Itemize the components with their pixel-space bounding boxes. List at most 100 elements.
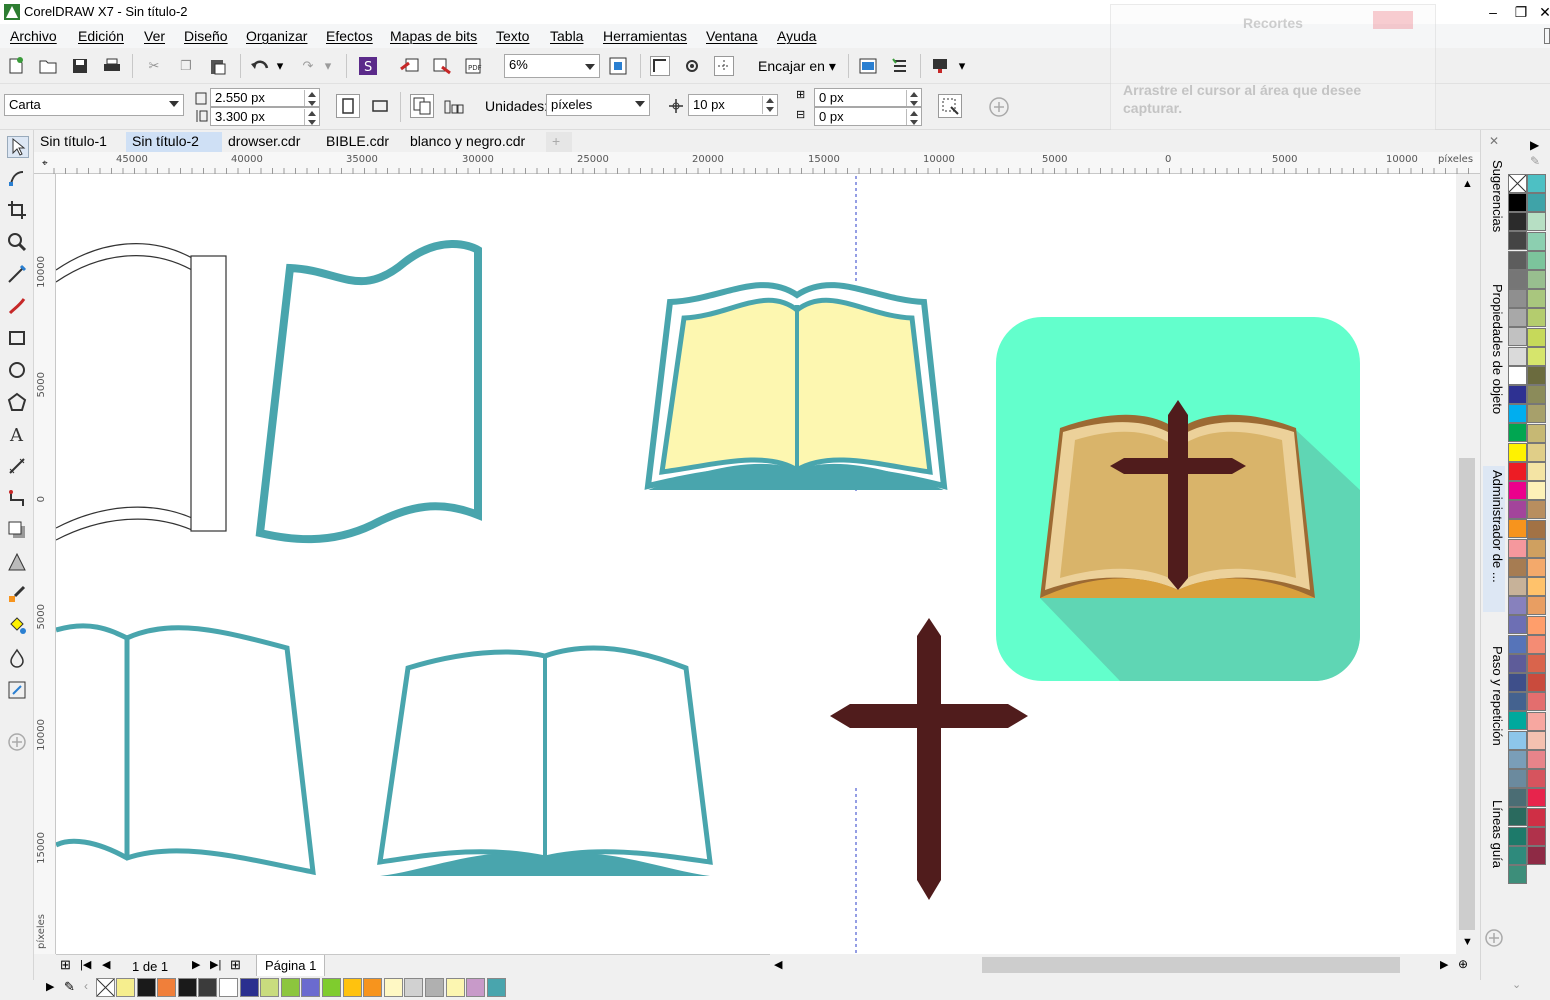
palette-swatch[interactable]	[1508, 346, 1527, 366]
zoom-tool-icon[interactable]	[7, 232, 29, 254]
palette-swatch[interactable]	[1527, 846, 1546, 865]
docker-sugerencias[interactable]: Sugerencias	[1483, 156, 1505, 274]
palette-swatch[interactable]	[1527, 788, 1546, 808]
pick-tool-icon[interactable]	[7, 136, 29, 158]
palette-swatch[interactable]	[1508, 749, 1527, 769]
doc-color-swatch[interactable]	[363, 978, 383, 997]
palette-swatch[interactable]	[1508, 577, 1527, 596]
menu-organizar[interactable]: Organizar	[246, 28, 307, 44]
palette-swatch[interactable]	[1508, 250, 1527, 270]
bible-app-icon[interactable]	[996, 317, 1360, 681]
minimize-icon[interactable]: –	[1478, 2, 1508, 22]
palette-swatch[interactable]	[1508, 519, 1527, 539]
palette-swatch[interactable]	[1508, 673, 1527, 692]
landscape-icon[interactable]	[368, 94, 392, 118]
units-select[interactable]: píxeles	[546, 94, 650, 116]
doc-color-swatch[interactable]	[260, 978, 280, 997]
doc-color-swatch[interactable]	[342, 978, 362, 997]
palette-swatch[interactable]	[1508, 769, 1527, 788]
duplicate-x-input[interactable]: 0 px	[814, 88, 922, 107]
palette-swatch[interactable]	[1527, 423, 1546, 443]
palette-swatch[interactable]	[1527, 404, 1546, 424]
outline-page-drawing[interactable]	[56, 243, 227, 541]
last-page-icon[interactable]: ▶|	[210, 958, 221, 971]
doc-color-swatch[interactable]	[136, 978, 156, 997]
dup-x-spinner-icon[interactable]	[906, 90, 920, 106]
doc-color-swatch[interactable]	[322, 978, 341, 997]
palette-swatch[interactable]	[1508, 289, 1527, 308]
nudge-spinner-icon[interactable]	[762, 96, 776, 114]
ellipse-tool-icon[interactable]	[7, 360, 29, 382]
palette-swatch[interactable]	[1508, 807, 1527, 827]
shape-tool-icon[interactable]	[7, 168, 29, 190]
palette-swatch[interactable]	[1527, 692, 1546, 712]
zoom-navigator-icon[interactable]: ⊕	[1458, 957, 1468, 971]
menu-tabla[interactable]: Tabla	[550, 28, 583, 44]
save-icon[interactable]	[70, 56, 90, 76]
interactive-fill-icon[interactable]	[7, 616, 29, 638]
welcome-screen-icon[interactable]	[930, 56, 950, 76]
current-page-icon[interactable]	[442, 94, 466, 118]
tab-sin-titulo-2[interactable]: Sin título-2	[126, 132, 222, 152]
palette-swatch[interactable]	[1508, 826, 1527, 846]
scroll-left-icon[interactable]: ◀	[774, 958, 782, 971]
palette-swatch[interactable]	[1508, 557, 1527, 577]
palette-swatch[interactable]	[1508, 308, 1527, 328]
close-icon[interactable]: ✕	[1530, 2, 1550, 22]
palette-swatch[interactable]	[1527, 730, 1546, 750]
add-tool-icon[interactable]	[7, 732, 29, 754]
publish-pdf-icon[interactable]: PDF	[464, 56, 484, 76]
text-tool-icon[interactable]: A	[7, 424, 29, 446]
menu-texto[interactable]: Texto	[496, 28, 529, 44]
doc-color-swatch[interactable]	[301, 978, 321, 997]
palette-swatch[interactable]	[1527, 193, 1546, 213]
menu-ayuda[interactable]: Ayuda	[777, 28, 816, 44]
print-icon[interactable]	[102, 56, 122, 76]
add-page-end-icon[interactable]: ⊞	[230, 957, 241, 973]
palette-swatch[interactable]	[1527, 250, 1546, 270]
prev-page-icon[interactable]: ◀	[102, 958, 110, 971]
doc-color-swatch[interactable]	[239, 978, 259, 997]
palette-swatch[interactable]	[1508, 653, 1527, 673]
palette-swatch[interactable]	[1527, 500, 1546, 520]
horizontal-scroll-thumb[interactable]	[982, 957, 1400, 973]
palette-swatch[interactable]	[1527, 270, 1546, 289]
width-spinner-icon[interactable]	[304, 90, 318, 106]
palette-swatch[interactable]	[1527, 289, 1546, 309]
undo-dropdown-icon[interactable]: ▾	[274, 56, 286, 76]
palette-swatch[interactable]	[1527, 596, 1546, 616]
palette-swatch[interactable]	[1527, 673, 1546, 693]
doc-color-swatch[interactable]	[445, 978, 465, 997]
doc-color-swatch[interactable]	[116, 978, 135, 997]
redo-dropdown-icon[interactable]: ▾	[322, 56, 334, 76]
docker-paso-y-repeticion[interactable]: Paso y repetición	[1483, 642, 1505, 772]
no-fill-swatch[interactable]	[1508, 174, 1527, 193]
transparency-tool-icon[interactable]	[7, 552, 29, 574]
smart-fill-icon[interactable]	[7, 648, 29, 670]
palette-swatch[interactable]	[1508, 269, 1527, 289]
chevron-down-icon[interactable]: ▾	[956, 56, 968, 76]
artistic-media-tool-icon[interactable]	[7, 296, 29, 318]
zoom-level-select[interactable]: 6%	[504, 54, 600, 78]
palette-swatch[interactable]	[1527, 346, 1546, 366]
palette-swatch[interactable]	[1527, 481, 1546, 501]
scroll-up-icon[interactable]: ▲	[1462, 178, 1473, 190]
cross-drawing[interactable]	[830, 618, 1028, 900]
palette-swatch[interactable]	[1527, 750, 1546, 769]
palette-swatch[interactable]	[1527, 826, 1546, 846]
doc-color-swatch[interactable]	[177, 978, 197, 997]
palette-swatch[interactable]	[1527, 366, 1546, 385]
menu-archivo[interactable]: Archivo	[10, 28, 57, 44]
import-icon[interactable]	[400, 56, 420, 76]
palette-swatch[interactable]	[1508, 845, 1527, 865]
undo-icon[interactable]	[250, 56, 270, 76]
drawing-canvas[interactable]	[56, 174, 1456, 954]
palette-swatch[interactable]	[1508, 365, 1527, 385]
drop-shadow-tool-icon[interactable]	[7, 520, 29, 542]
palette-swatch[interactable]	[1527, 385, 1546, 405]
palette-swatch[interactable]	[1527, 615, 1546, 635]
doc-color-swatch[interactable]	[466, 978, 486, 997]
teal-page-drawing[interactable]	[255, 240, 482, 544]
palette-swatch[interactable]	[1508, 193, 1527, 212]
palette-swatch[interactable]	[1527, 538, 1546, 558]
